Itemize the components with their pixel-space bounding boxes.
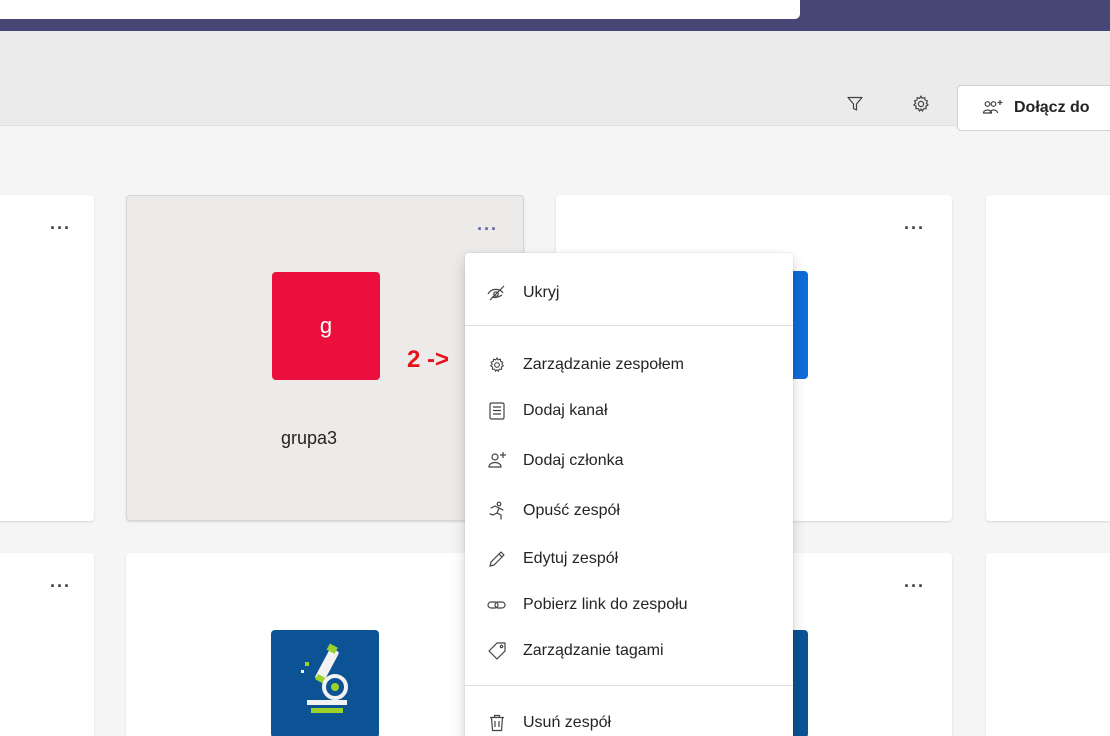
eye-hide-icon	[486, 282, 508, 304]
menu-item-label: Dodaj członka	[523, 452, 624, 469]
search-box[interactable]	[0, 0, 800, 19]
menu-item-add-member[interactable]: Dodaj członka	[465, 441, 793, 481]
more-options-icon[interactable]: ···	[50, 219, 71, 237]
join-team-button[interactable]: Dołącz do	[957, 85, 1110, 131]
menu-item-label: Edytuj zespół	[523, 550, 619, 567]
title-bar	[0, 0, 1110, 31]
team-avatar-initial: g	[319, 313, 333, 338]
menu-item-manage-tags[interactable]: Zarządzanie tagami	[465, 631, 793, 671]
team-card[interactable]: ···	[0, 195, 94, 521]
team-name: grupa3	[281, 428, 338, 448]
person-running-icon	[486, 500, 508, 522]
menu-item-label: Pobierz link do zespołu	[523, 596, 688, 613]
more-options-icon[interactable]: ···	[904, 577, 925, 595]
menu-item-manage-team[interactable]: Zarządzanie zespołem	[465, 345, 793, 385]
menu-item-edit-team[interactable]: Edytuj zespół	[465, 539, 793, 579]
trash-icon	[486, 712, 508, 734]
team-avatar: g	[272, 272, 380, 380]
team-card[interactable]: ···	[0, 553, 94, 736]
menu-item-label: Ukryj	[523, 284, 560, 301]
menu-item-label: Opuść zespół	[523, 502, 620, 519]
tag-icon	[486, 640, 508, 662]
gear-icon[interactable]	[908, 91, 934, 117]
person-add-icon	[486, 450, 508, 472]
menu-item-label: Zarządzanie zespołem	[523, 356, 684, 373]
join-team-label: Dołącz do	[1014, 99, 1090, 116]
filter-icon[interactable]	[842, 91, 868, 117]
link-icon	[486, 594, 508, 616]
menu-item-label: Dodaj kanał	[523, 402, 608, 419]
menu-item-hide[interactable]: Ukryj	[465, 273, 793, 313]
menu-item-leave-team[interactable]: Opuść zespół	[465, 491, 793, 531]
teams-header: Dołącz do	[0, 31, 1110, 131]
pencil-icon	[486, 548, 508, 570]
team-context-menu: Ukryj Zarządzanie zespołem Dodaj kanał D…	[465, 253, 793, 736]
menu-divider	[465, 325, 793, 326]
channel-list-icon	[486, 400, 508, 422]
gear-icon	[486, 354, 508, 376]
menu-divider	[465, 685, 793, 686]
team-card[interactable]	[986, 553, 1110, 736]
menu-item-get-link[interactable]: Pobierz link do zespołu	[465, 585, 793, 625]
step-annotation: 2 ->	[407, 346, 450, 373]
more-options-icon[interactable]: ···	[50, 577, 71, 595]
more-options-icon[interactable]: ···	[904, 219, 925, 237]
team-avatar	[271, 630, 379, 736]
menu-item-label: Zarządzanie tagami	[523, 642, 664, 659]
menu-item-delete-team[interactable]: Usuń zespół	[465, 703, 793, 736]
more-options-icon[interactable]: ···	[477, 220, 498, 238]
menu-item-add-channel[interactable]: Dodaj kanał	[465, 391, 793, 431]
microscope-icon	[295, 642, 355, 726]
people-add-icon	[982, 99, 1004, 117]
menu-item-label: Usuń zespół	[523, 714, 612, 731]
team-card[interactable]	[986, 195, 1110, 521]
